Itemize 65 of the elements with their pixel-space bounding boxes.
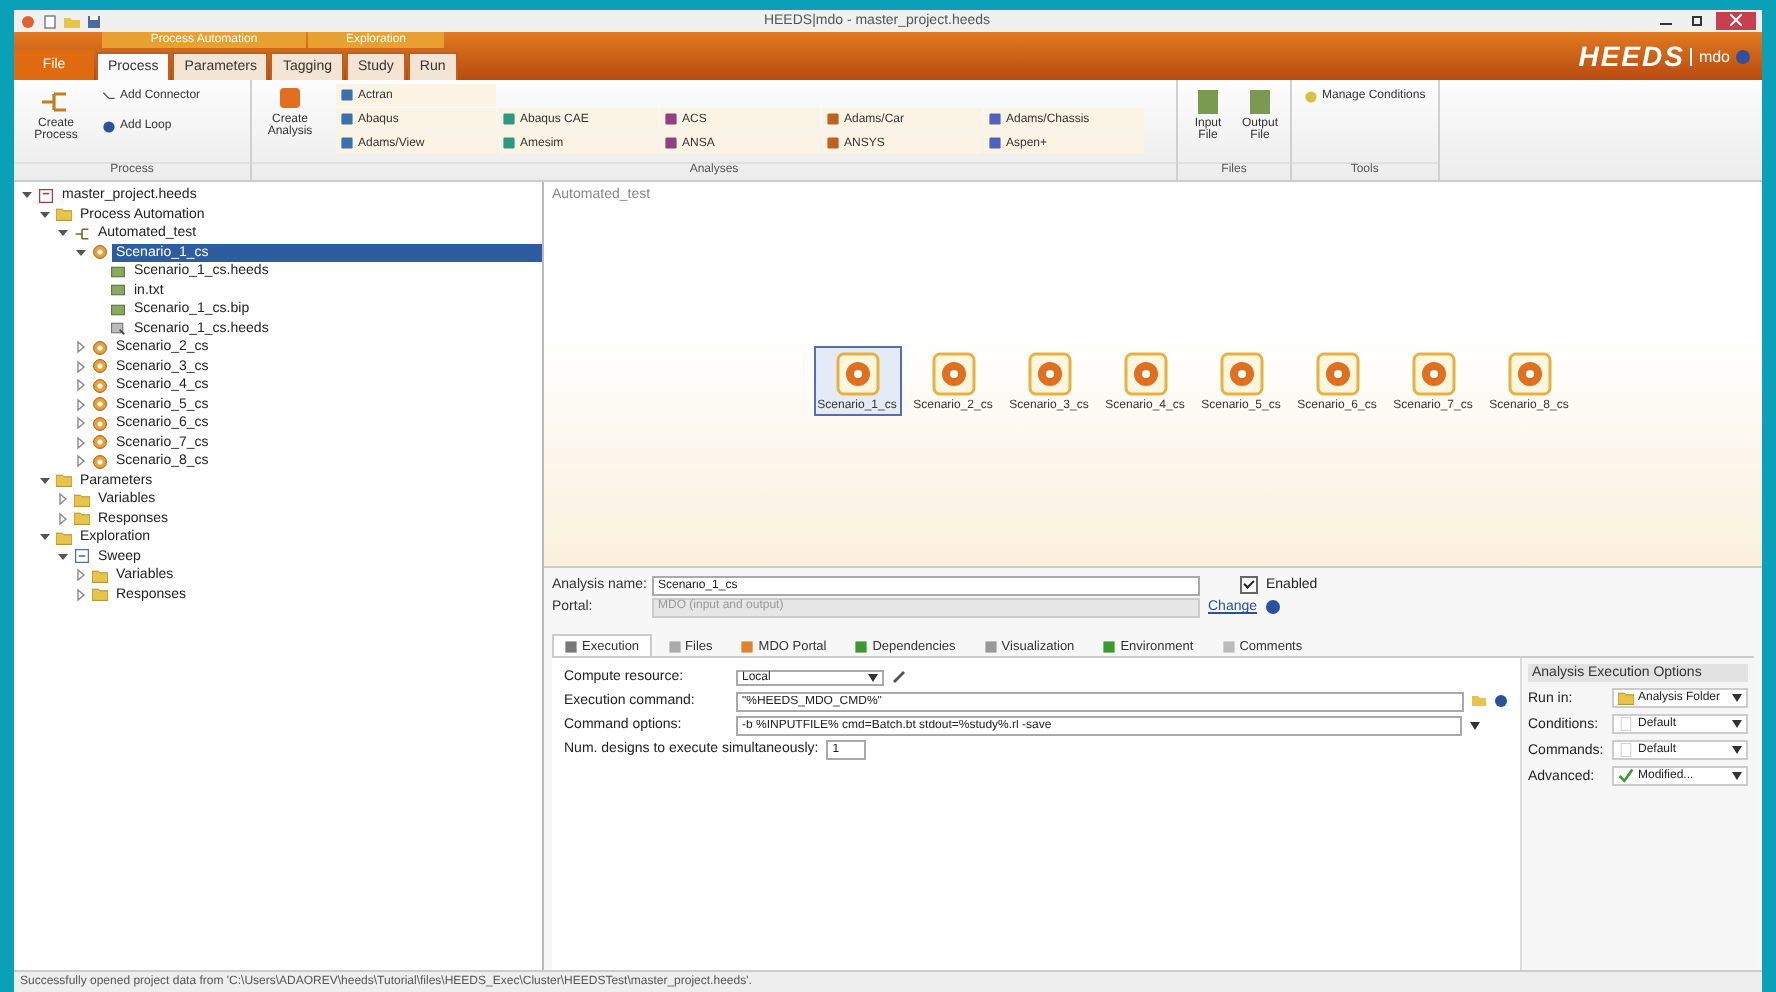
analysis-icon <box>1505 350 1553 398</box>
document-icon <box>38 187 54 204</box>
analysis-icon <box>1025 350 1073 398</box>
tab-icon <box>1221 639 1236 653</box>
expand-arrow-icon[interactable] <box>74 340 88 355</box>
connector-icon <box>102 89 116 103</box>
expand-arrow-icon[interactable] <box>74 454 88 469</box>
analysis-icon <box>929 350 977 398</box>
caret-icon <box>1732 772 1742 780</box>
collapse-arrow-icon[interactable] <box>38 207 52 222</box>
folder-icon <box>56 206 72 223</box>
study-icon <box>74 548 90 565</box>
new-file-icon[interactable] <box>42 13 58 29</box>
collapse-arrow-icon[interactable] <box>38 530 52 545</box>
connector-icon <box>74 225 90 242</box>
save-icon[interactable] <box>86 13 102 29</box>
check-icon <box>1618 768 1634 784</box>
help-icon[interactable] <box>1736 49 1750 63</box>
expand-arrow-icon[interactable] <box>74 378 88 393</box>
analysis-icon <box>1121 350 1169 398</box>
process-flow-icon <box>40 86 72 118</box>
expand-arrow-icon[interactable] <box>74 587 88 602</box>
caret-icon <box>1470 721 1480 729</box>
expand-arrow-icon[interactable] <box>74 568 88 583</box>
analysis-icon <box>1217 350 1265 398</box>
tab-icon <box>854 639 869 653</box>
logo: HEEDS <box>1578 40 1685 72</box>
file-link-icon <box>110 320 126 337</box>
analysis-icon <box>1409 350 1457 398</box>
tab-icon <box>983 639 998 653</box>
expand-arrow-icon[interactable] <box>74 416 88 431</box>
analysis-icon <box>833 350 881 398</box>
enabled-checkbox[interactable] <box>1240 576 1258 594</box>
tab-icon <box>1102 639 1117 653</box>
collapse-arrow-icon[interactable] <box>38 473 52 488</box>
tab-icon <box>564 639 578 653</box>
expand-arrow-icon[interactable] <box>56 511 70 526</box>
folder-icon <box>1618 690 1634 706</box>
logo-suffix: mdo <box>1690 47 1730 65</box>
info-icon[interactable] <box>1265 600 1280 614</box>
collapse-arrow-icon[interactable] <box>74 245 88 260</box>
expand-arrow-icon[interactable] <box>74 359 88 374</box>
edit-icon[interactable] <box>892 670 906 684</box>
collapse-arrow-icon[interactable] <box>56 549 70 564</box>
analysis-icon <box>274 82 306 114</box>
caret-icon <box>1732 694 1742 702</box>
caret-icon <box>1732 720 1742 728</box>
collapse-arrow-icon[interactable] <box>56 226 70 241</box>
info-icon[interactable] <box>1494 694 1508 708</box>
close-icon <box>1730 13 1742 25</box>
expand-arrow-icon[interactable] <box>74 435 88 450</box>
collapse-arrow-icon[interactable] <box>20 188 34 203</box>
analysis-icon <box>1313 350 1361 398</box>
tab-icon <box>667 639 682 653</box>
file-icon <box>1244 86 1276 118</box>
close-button[interactable] <box>1716 12 1756 30</box>
loop-icon <box>102 119 116 133</box>
caret-icon <box>1732 746 1742 754</box>
expand-arrow-icon[interactable] <box>56 492 70 507</box>
restore-icon <box>1692 13 1704 25</box>
expand-arrow-icon[interactable] <box>74 397 88 412</box>
caret-icon <box>868 673 878 681</box>
file-icon <box>1192 86 1224 118</box>
tab-icon <box>740 639 755 653</box>
app-icon[interactable] <box>20 13 36 29</box>
